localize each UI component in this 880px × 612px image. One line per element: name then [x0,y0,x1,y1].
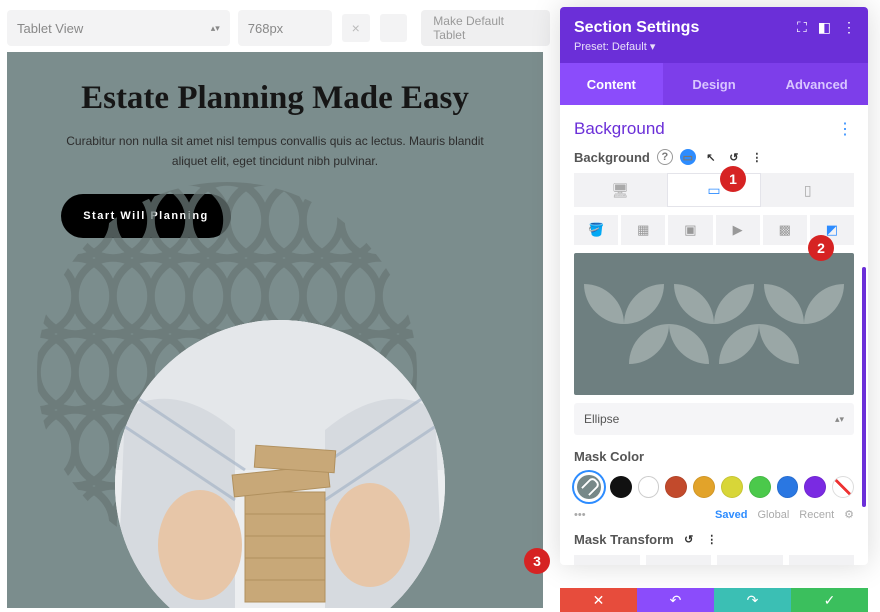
field-menu-icon[interactable]: ⋮ [749,149,765,165]
gear-icon[interactable]: ⚙ [844,508,854,521]
expand-icon[interactable]: ⛶ [797,19,807,36]
redo-icon: ↷ [747,592,759,609]
empty-slot [380,14,408,42]
gradient-icon: ▦ [637,222,649,238]
tablet-icon: ▭ [707,182,720,199]
rotate-icon: ↺ [744,562,756,566]
mask-transform-label: Mask Transform [574,532,674,547]
device-desktop[interactable]: 🖥 [574,173,667,207]
pattern-icon: ▩ [779,222,791,238]
invert-icon: ◐ [817,562,825,565]
type-pattern[interactable]: ▩ [763,215,807,245]
view-select[interactable]: Tablet View ▴▾ [7,10,230,46]
color-picker[interactable] [574,472,604,502]
reset-icon[interactable]: ↺ [726,149,742,165]
close-icon: ✕ [593,592,605,609]
swatch[interactable] [721,476,743,498]
phone-icon: ▯ [804,182,812,199]
settings-panel: Section Settings Preset: Default ▾ ⛶ ◧ ⋮… [560,7,868,565]
mask-preview [574,253,854,395]
responsive-icon[interactable]: ▭ [680,149,696,165]
callout-marker-2: 2 [808,235,834,261]
swatch[interactable] [804,476,826,498]
mask-color-label: Mask Color [574,449,854,464]
invert[interactable]: ◐ [789,555,855,565]
panel-header: Section Settings Preset: Default ▾ ⛶ ◧ ⋮ [560,7,868,63]
device-tablet[interactable]: ▭ [667,173,762,207]
mask-icon: ◩ [826,222,838,238]
swatch[interactable] [665,476,687,498]
hover-icon[interactable]: ↖ [703,149,719,165]
transform-buttons: ▷◁ ▽△ ↺ ◐ [574,555,854,565]
desktop-icon: 🖥 [611,182,629,199]
flip-v-icon: ▽△ [667,562,689,566]
undo-button[interactable]: ↶ [637,588,714,612]
canvas-preview[interactable]: Estate Planning Made Easy Curabitur non … [7,52,543,608]
tab-content[interactable]: Content [560,63,663,105]
check-icon: ✓ [824,592,836,609]
width-input[interactable]: 768px [238,10,332,46]
close-button[interactable]: × [342,14,370,42]
make-default-button[interactable]: Make Default Tablet [421,10,550,46]
help-icon[interactable]: ? [657,149,673,165]
chevron-updown-icon: ▴▾ [211,23,220,34]
page-headline: Estate Planning Made Easy [7,80,543,117]
type-image[interactable]: ▣ [668,215,712,245]
device-tabs: 🖥 ▭ ▯ [574,173,854,207]
cancel-button[interactable]: ✕ [560,588,637,612]
rotate[interactable]: ↺ [717,555,783,565]
image-icon: ▣ [684,222,696,238]
reset-icon[interactable]: ↺ [681,531,697,547]
swatch[interactable] [749,476,771,498]
swatch[interactable] [693,476,715,498]
palette-saved[interactable]: Saved [715,509,747,521]
view-select-label: Tablet View [17,21,83,36]
type-gradient[interactable]: ▦ [621,215,665,245]
callout-marker-3: 3 [524,548,550,574]
swatch[interactable] [777,476,799,498]
palette-global[interactable]: Global [757,509,789,521]
tab-design[interactable]: Design [663,63,766,105]
flip-vertical[interactable]: ▽△ [646,555,712,565]
redo-button[interactable]: ↷ [714,588,791,612]
field-label: Background [574,150,650,165]
callout-marker-1: 1 [720,166,746,192]
field-menu-icon[interactable]: ⋮ [704,531,720,547]
type-video[interactable]: ▶ [716,215,760,245]
swatch[interactable] [610,476,632,498]
shape-select-value: Ellipse [584,412,619,426]
close-icon: × [352,20,360,36]
color-swatches [574,472,854,502]
section-title: Background [574,119,665,139]
flip-h-icon: ▷◁ [596,562,618,566]
panel-tabs: Content Design Advanced [560,63,868,105]
panel-scrollbar[interactable] [862,267,866,507]
video-icon: ▶ [733,222,743,238]
panel-footer: ✕ ↶ ↷ ✓ [560,588,868,612]
snap-icon[interactable]: ◧ [818,19,831,36]
flip-horizontal[interactable]: ▷◁ [574,555,640,565]
make-default-label: Make Default Tablet [433,14,538,42]
section-menu-icon[interactable]: ⋮ [837,119,854,139]
menu-icon[interactable]: ⋮ [842,19,856,36]
tab-advanced[interactable]: Advanced [765,63,868,105]
paint-icon: 🪣 [588,222,604,238]
swatch-none[interactable] [832,476,854,498]
page-subtext: Curabitur non nulla sit amet nisl tempus… [55,131,495,172]
undo-icon: ↶ [670,592,682,609]
shape-select[interactable]: Ellipse ▴▾ [574,403,854,435]
panel-preset[interactable]: Preset: Default ▾ [574,40,854,53]
width-value: 768px [248,21,283,36]
palette-recent[interactable]: Recent [799,509,834,521]
type-color[interactable]: 🪣 [574,215,618,245]
device-phone[interactable]: ▯ [761,173,854,207]
save-button[interactable]: ✓ [791,588,868,612]
chevron-updown-icon: ▴▾ [835,414,844,425]
more-dots-icon[interactable]: ••• [574,509,586,521]
swatch[interactable] [638,476,660,498]
